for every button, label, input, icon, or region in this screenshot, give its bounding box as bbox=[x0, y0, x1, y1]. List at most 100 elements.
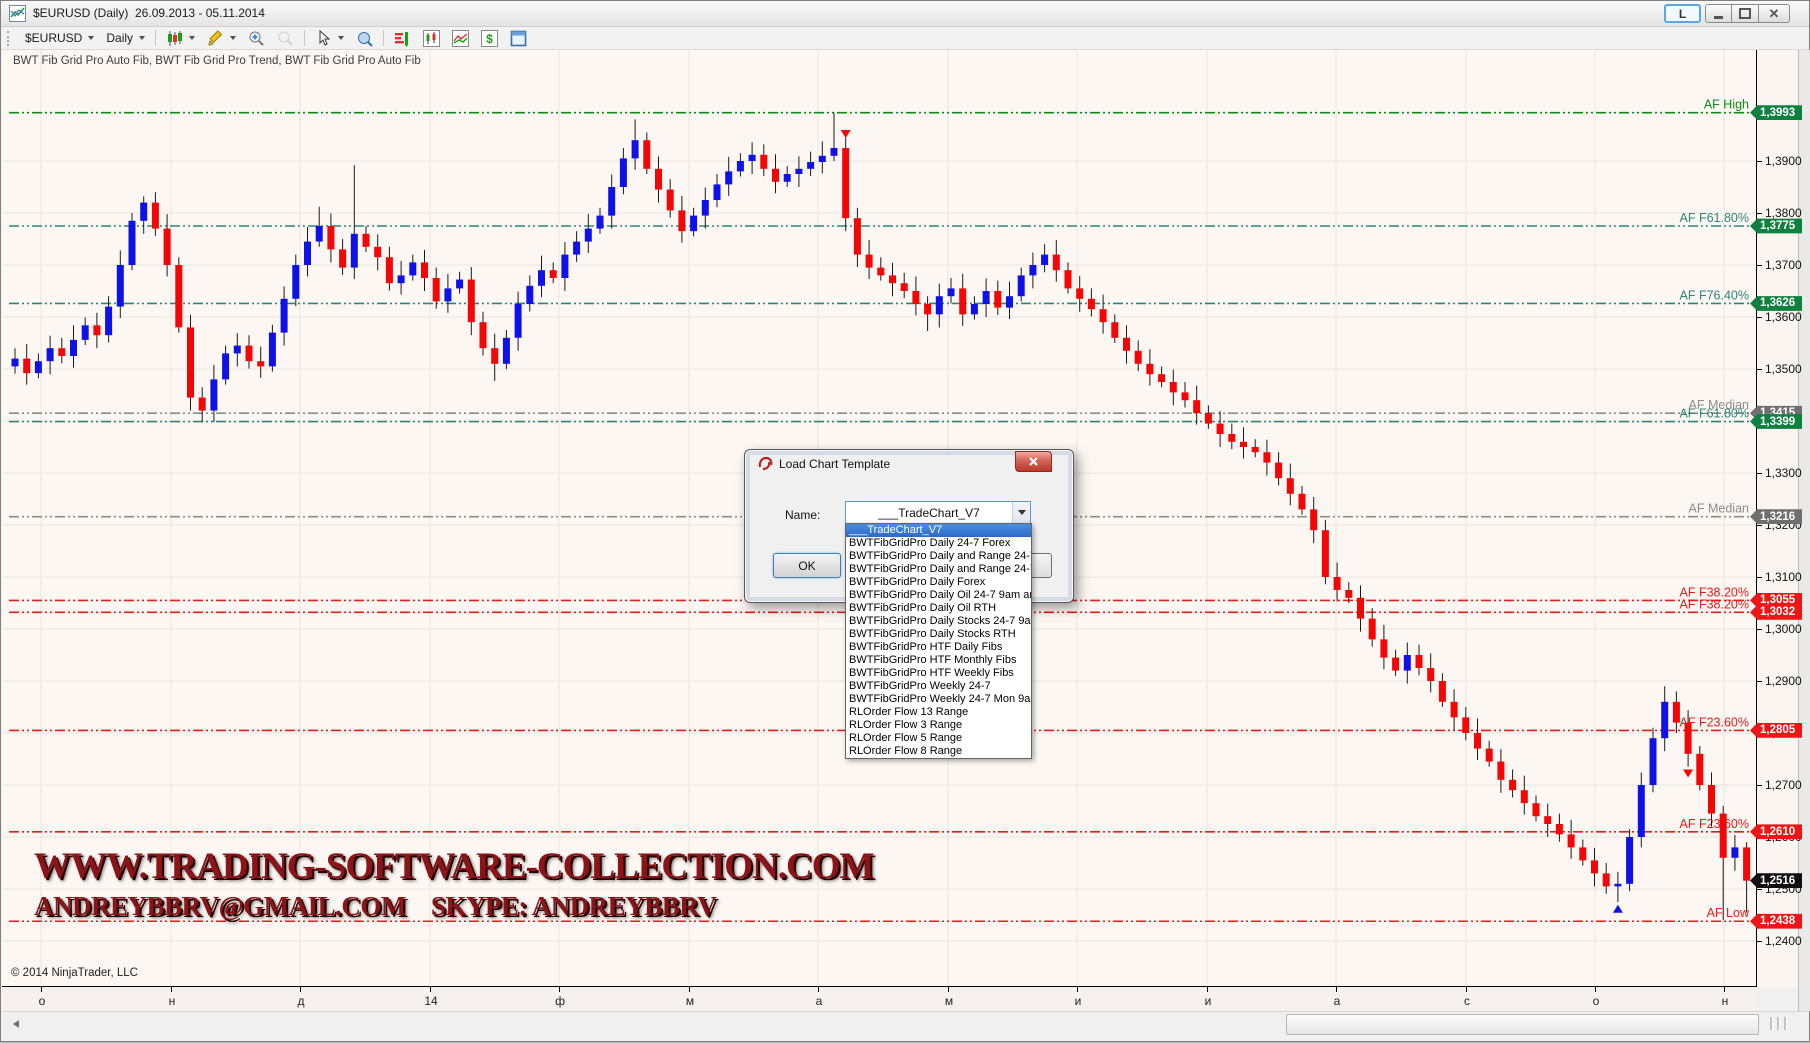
market-depth-button[interactable] bbox=[388, 27, 417, 49]
month-tick-label: и bbox=[1188, 994, 1228, 1008]
load-chart-template-dialog: Load Chart Template Name: ___TradeChart_… bbox=[744, 449, 1074, 603]
template-option[interactable]: BWTFibGridPro Daily and Range 24-7 bbox=[846, 550, 1031, 563]
chevron-down-icon bbox=[189, 36, 195, 40]
time-tick bbox=[689, 987, 690, 992]
layout-button[interactable]: L bbox=[1664, 4, 1701, 23]
indicator-label: BWT Fib Grid Pro Auto Fib, BWT Fib Grid … bbox=[13, 55, 421, 67]
month-tick-label: ф bbox=[540, 994, 580, 1008]
price-badge: 1,3399 bbox=[1750, 414, 1802, 430]
price-tick-label: 1,3600 bbox=[1765, 310, 1802, 324]
month-tick-label: с bbox=[1447, 994, 1487, 1008]
time-tick bbox=[818, 987, 819, 992]
ok-button[interactable]: OK bbox=[773, 553, 841, 578]
minimize-button[interactable] bbox=[1705, 4, 1732, 23]
template-option[interactable]: BWTFibGridPro Daily Stocks 24-7 9am bbox=[846, 615, 1031, 628]
scroll-left-button[interactable] bbox=[7, 1015, 25, 1033]
price-badge: 1,3626 bbox=[1750, 295, 1802, 311]
dialog-title-bar[interactable]: Load Chart Template bbox=[745, 450, 1073, 477]
template-option[interactable]: BWTFibGridPro Daily Stocks RTH bbox=[846, 628, 1031, 641]
region-zoom-button[interactable] bbox=[350, 27, 379, 49]
price-badge: 1,3775 bbox=[1750, 218, 1802, 234]
month-tick-label: а bbox=[1317, 994, 1357, 1008]
price-tick-label: 1,2700 bbox=[1765, 778, 1802, 792]
month-tick-label: о bbox=[1576, 994, 1616, 1008]
price-tick bbox=[1757, 577, 1762, 578]
chart-style-button[interactable] bbox=[160, 27, 201, 49]
template-option[interactable]: BWTFibGridPro Daily Forex bbox=[846, 576, 1031, 589]
price-tick-label: 1,3000 bbox=[1765, 622, 1802, 636]
pencil-icon bbox=[207, 30, 224, 47]
window-title-bar[interactable]: $EURUSD (Daily) 26.09.2013 - 05.11.2014 … bbox=[1, 1, 1809, 27]
window-title: $EURUSD (Daily) 26.09.2013 - 05.11.2014 bbox=[33, 6, 265, 20]
price-tick bbox=[1757, 265, 1762, 266]
time-axis[interactable]: онд14фмамииасон bbox=[2, 986, 1756, 1011]
template-name-combobox[interactable]: ___TradeChart_V7 bbox=[845, 501, 1031, 524]
chart-trader-icon bbox=[423, 30, 440, 47]
properties-button[interactable] bbox=[504, 27, 533, 49]
price-badge: 1,3216 bbox=[1750, 509, 1802, 525]
svg-text:$: $ bbox=[486, 32, 493, 46]
time-tick bbox=[1336, 987, 1337, 992]
copyright-label: © 2014 NinjaTrader, LLC bbox=[11, 967, 138, 979]
template-option[interactable]: BWTFibGridPro Weekly 24-7 Mon 9am bbox=[846, 693, 1031, 706]
template-option[interactable]: BWTFibGridPro Daily and Range 24-7 F bbox=[846, 563, 1031, 576]
time-tick bbox=[1724, 987, 1725, 992]
dialog-title: Load Chart Template bbox=[779, 457, 890, 471]
price-tick-label: 1,2400 bbox=[1765, 934, 1802, 948]
price-badge: 1,2610 bbox=[1750, 824, 1802, 840]
price-tick bbox=[1757, 213, 1762, 214]
market-depth-icon bbox=[394, 30, 411, 47]
template-option[interactable]: RLOrder Flow 8 Range bbox=[846, 745, 1031, 758]
price-tick-label: 1,3100 bbox=[1765, 570, 1802, 584]
price-badge: 1,2805 bbox=[1750, 722, 1802, 738]
zoom-in-button[interactable] bbox=[242, 27, 271, 49]
template-option[interactable]: BWTFibGridPro Daily Oil 24-7 9am and bbox=[846, 589, 1031, 602]
dollar-icon: $ bbox=[481, 30, 498, 47]
restore-button[interactable] bbox=[1732, 4, 1759, 23]
chevron-down-icon bbox=[230, 36, 236, 40]
chevron-down-icon bbox=[338, 36, 344, 40]
template-option[interactable]: BWTFibGridPro HTF Weekly Fibs bbox=[846, 667, 1031, 680]
account-button[interactable]: $ bbox=[475, 27, 504, 49]
combobox-dropdown-button[interactable] bbox=[1012, 502, 1030, 523]
interval-selector[interactable]: Daily bbox=[100, 27, 151, 49]
close-button[interactable]: ✕ bbox=[1759, 4, 1790, 23]
template-option[interactable]: BWTFibGridPro Daily Oil RTH bbox=[846, 602, 1031, 615]
month-tick-label: м bbox=[670, 994, 710, 1008]
instrument-selector[interactable]: $EURUSD bbox=[19, 27, 100, 49]
scrollbar-thumb[interactable] bbox=[1286, 1014, 1759, 1035]
template-option[interactable]: BWTFibGridPro HTF Daily Fibs bbox=[846, 641, 1031, 654]
template-option[interactable]: RLOrder Flow 5 Range bbox=[846, 732, 1031, 745]
month-tick-label: н bbox=[152, 994, 192, 1008]
template-option[interactable]: ___TradeChart_V7 bbox=[846, 524, 1031, 537]
time-tick bbox=[171, 987, 172, 992]
arrow-left-icon bbox=[13, 1020, 19, 1028]
template-option[interactable]: RLOrder Flow 3 Range bbox=[846, 719, 1031, 732]
indicators-button[interactable] bbox=[446, 27, 475, 49]
template-name-label: Name: bbox=[785, 508, 820, 522]
ninjatrader-icon bbox=[758, 456, 773, 471]
chart-trader-button[interactable] bbox=[417, 27, 446, 49]
draw-button[interactable] bbox=[201, 27, 242, 49]
candlestick-style-icon bbox=[166, 30, 183, 47]
chevron-down-icon bbox=[1018, 510, 1026, 515]
price-axis[interactable]: 1,39001,38001,37001,36001,35001,34001,33… bbox=[1756, 50, 1798, 987]
resize-grip[interactable] bbox=[1770, 1017, 1786, 1030]
toolbar-separator bbox=[155, 30, 156, 46]
price-tick bbox=[1757, 317, 1762, 318]
template-option[interactable]: BWTFibGridPro Weekly 24-7 bbox=[846, 680, 1031, 693]
template-option[interactable]: BWTFibGridPro HTF Monthly Fibs bbox=[846, 654, 1031, 667]
cursor-button[interactable] bbox=[309, 27, 350, 49]
dialog-close-button[interactable] bbox=[1015, 451, 1052, 472]
toolbar-grip[interactable] bbox=[7, 31, 13, 46]
minimize-icon bbox=[1714, 16, 1723, 19]
template-option[interactable]: RLOrder Flow 13 Range bbox=[846, 706, 1031, 719]
price-tick bbox=[1757, 941, 1762, 942]
time-tick bbox=[430, 987, 431, 992]
time-tick bbox=[300, 987, 301, 992]
price-tick-label: 1,3500 bbox=[1765, 362, 1802, 376]
template-option[interactable]: BWTFibGridPro Daily 24-7 Forex bbox=[846, 537, 1031, 550]
zoom-out-button[interactable] bbox=[271, 27, 300, 49]
toolbar-separator bbox=[383, 30, 384, 46]
price-badge: 1,3993 bbox=[1750, 105, 1802, 121]
